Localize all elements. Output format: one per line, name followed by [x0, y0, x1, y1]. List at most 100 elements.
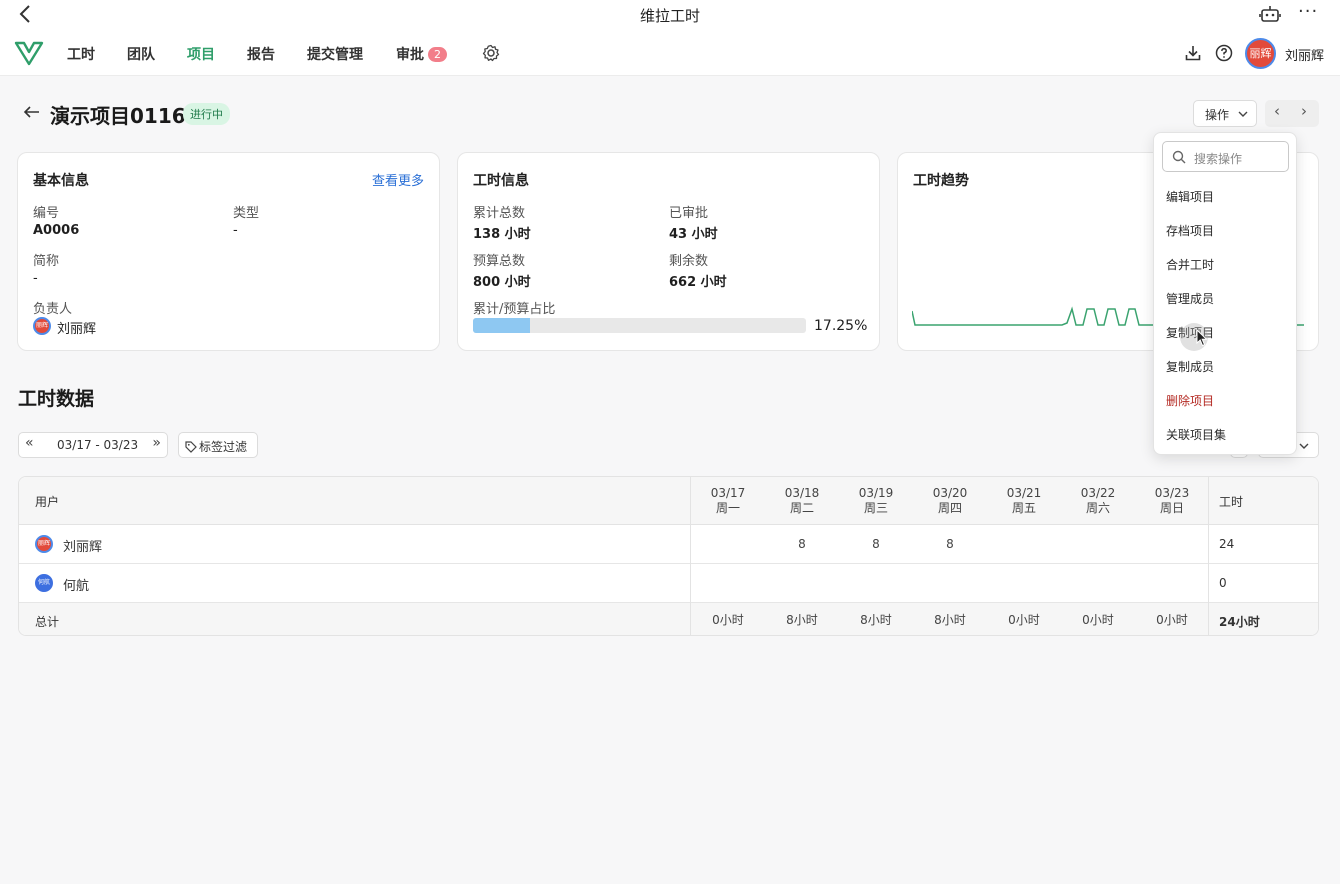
- date-range-picker[interactable]: « 03/17 - 03/23 »: [18, 432, 168, 458]
- hours-info-title: 工时信息: [473, 173, 529, 189]
- day-date: 03/20: [932, 486, 968, 500]
- day-weekday: 周二: [789, 501, 814, 515]
- menu-item-link-project-set[interactable]: 关联项目集: [1166, 426, 1226, 443]
- day-date: 03/23: [1154, 486, 1190, 500]
- window-title: 维拉工时: [639, 7, 700, 25]
- total-hours-label: 累计总数: [473, 206, 526, 221]
- type-value: -: [233, 223, 238, 238]
- row-total-cell: 24: [1219, 537, 1235, 551]
- owner-avatar: 丽辉: [33, 317, 51, 335]
- day-header: 03/18 周二: [772, 486, 832, 516]
- day-total-cell: 0小时: [1156, 613, 1188, 627]
- double-chevron-right-icon[interactable]: »: [152, 435, 161, 451]
- nav-item-submissions[interactable]: 提交管理: [307, 44, 363, 64]
- ratio-label: 累计/预算占比: [473, 302, 556, 317]
- menu-item-delete-project[interactable]: 删除项目: [1166, 392, 1214, 409]
- chevron-right-icon[interactable]: ›: [1301, 102, 1307, 120]
- user-name-cell: 刘丽辉: [63, 540, 103, 555]
- approved-label: 已审批: [669, 206, 709, 221]
- day-weekday: 周四: [937, 501, 962, 515]
- nav-item-team[interactable]: 团队: [127, 44, 155, 64]
- nav-item-hours[interactable]: 工时: [67, 44, 95, 64]
- section-title: 工时数据: [18, 388, 95, 410]
- budget-progress-bar: [473, 318, 806, 333]
- progress-fill: [473, 318, 531, 333]
- day-total-cell: 8小时: [786, 613, 818, 627]
- nav-item-projects[interactable]: 项目: [187, 44, 215, 64]
- user-column-header: 用户: [35, 495, 60, 509]
- budget-label: 预算总数: [473, 254, 526, 269]
- day-total-cell: 0小时: [712, 613, 744, 627]
- tag-icon: [185, 441, 197, 453]
- operations-button[interactable]: 操作: [1193, 100, 1257, 127]
- date-range-text[interactable]: 03/17 - 03/23: [57, 438, 138, 452]
- total-row: 总计 0小时 8小时 8小时 8小时 0小时 0小时 0小时 24小时: [19, 603, 1318, 635]
- approved-value: 43 小时: [669, 227, 718, 242]
- hours-table: 用户 03/17 周一 03/18 周二 03/19 周三 03/20 周四 03/21…: [18, 476, 1319, 636]
- day-weekday: 周日: [1159, 501, 1184, 515]
- code-value: A0006: [33, 223, 80, 238]
- basic-info-title: 基本信息: [33, 173, 89, 189]
- back-arrow-icon[interactable]: [23, 103, 41, 121]
- day-date: 03/18: [784, 486, 820, 500]
- day-total-cell: 8小时: [860, 613, 892, 627]
- table-header: 用户 03/17 周一 03/18 周二 03/19 周三 03/20 周四 03/21…: [19, 477, 1318, 525]
- search-icon: [1172, 150, 1186, 164]
- day-weekday: 周六: [1085, 501, 1110, 515]
- user-avatar: 何航: [35, 574, 53, 592]
- more-icon[interactable]: ···: [1298, 1, 1318, 22]
- menu-item-merge-hours[interactable]: 合并工时: [1166, 256, 1214, 273]
- type-label: 类型: [233, 206, 260, 221]
- download-icon[interactable]: [1184, 44, 1202, 62]
- table-row[interactable]: 何航 何航 0: [19, 564, 1318, 603]
- hours-info-card: 工时信息 累计总数 138 小时 已审批 43 小时 预算总数 800 小时 剩…: [457, 152, 880, 351]
- hour-cell[interactable]: 8: [772, 537, 832, 552]
- user-avatar[interactable]: 丽辉: [1245, 38, 1276, 69]
- day-total-cell: 0小时: [1008, 613, 1040, 627]
- menu-item-archive-project[interactable]: 存档项目: [1166, 222, 1214, 239]
- remaining-value: 662 小时: [669, 275, 727, 290]
- day-header: 03/19 周三: [846, 486, 906, 516]
- chevron-down-icon: [1238, 111, 1248, 117]
- day-weekday: 周五: [1011, 501, 1036, 515]
- remaining-label: 剩余数: [669, 254, 709, 269]
- day-header: 03/20 周四: [920, 486, 980, 516]
- double-chevron-left-icon[interactable]: «: [25, 435, 34, 451]
- chevron-left-icon[interactable]: ‹: [1274, 102, 1280, 120]
- budget-value: 800 小时: [473, 275, 531, 290]
- trend-title: 工时趋势: [913, 173, 969, 189]
- robot-icon[interactable]: [1259, 4, 1281, 24]
- total-label: 总计: [35, 615, 60, 629]
- nav-item-reports[interactable]: 报告: [247, 44, 275, 64]
- help-icon[interactable]: [1215, 44, 1233, 62]
- menu-item-edit-project[interactable]: 编辑项目: [1166, 188, 1214, 205]
- code-label: 编号: [33, 206, 60, 221]
- hours-column-header: 工时: [1219, 495, 1244, 509]
- user-name-cell: 何航: [63, 579, 90, 594]
- operations-menu: 搜索操作 编辑项目 存档项目 合并工时 管理成员 复制项目 复制成员 删除项目 …: [1153, 132, 1297, 455]
- user-name[interactable]: 刘丽辉: [1285, 45, 1324, 64]
- short-name-label: 简称: [33, 254, 60, 269]
- owner-label: 负责人: [33, 302, 73, 317]
- day-total-cell: 8小时: [934, 613, 966, 627]
- nav-item-approval[interactable]: 审批 2: [396, 44, 447, 64]
- day-date: 03/17: [710, 486, 746, 500]
- menu-item-manage-members[interactable]: 管理成员: [1166, 290, 1214, 307]
- tag-filter-button[interactable]: 标签过滤: [178, 432, 258, 458]
- day-header: 03/22 周六: [1068, 486, 1128, 516]
- menu-item-copy-members[interactable]: 复制成员: [1166, 358, 1214, 375]
- hour-cell[interactable]: 8: [846, 537, 906, 552]
- total-hours-value: 138 小时: [473, 227, 531, 242]
- table-row[interactable]: 丽辉 刘丽辉 8 8 8 24: [19, 525, 1318, 564]
- chevron-down-icon: [1299, 443, 1309, 449]
- hour-cell[interactable]: 8: [920, 537, 980, 552]
- settings-icon[interactable]: [482, 44, 500, 62]
- nav-approval-label: 审批: [396, 47, 424, 63]
- column-divider: [1208, 477, 1209, 635]
- logo-icon[interactable]: [14, 40, 44, 66]
- column-divider: [690, 477, 691, 635]
- view-more-link[interactable]: 查看更多: [372, 170, 424, 189]
- search-input[interactable]: 搜索操作: [1162, 141, 1289, 172]
- day-weekday: 周一: [715, 501, 740, 515]
- day-total-cell: 0小时: [1082, 613, 1114, 627]
